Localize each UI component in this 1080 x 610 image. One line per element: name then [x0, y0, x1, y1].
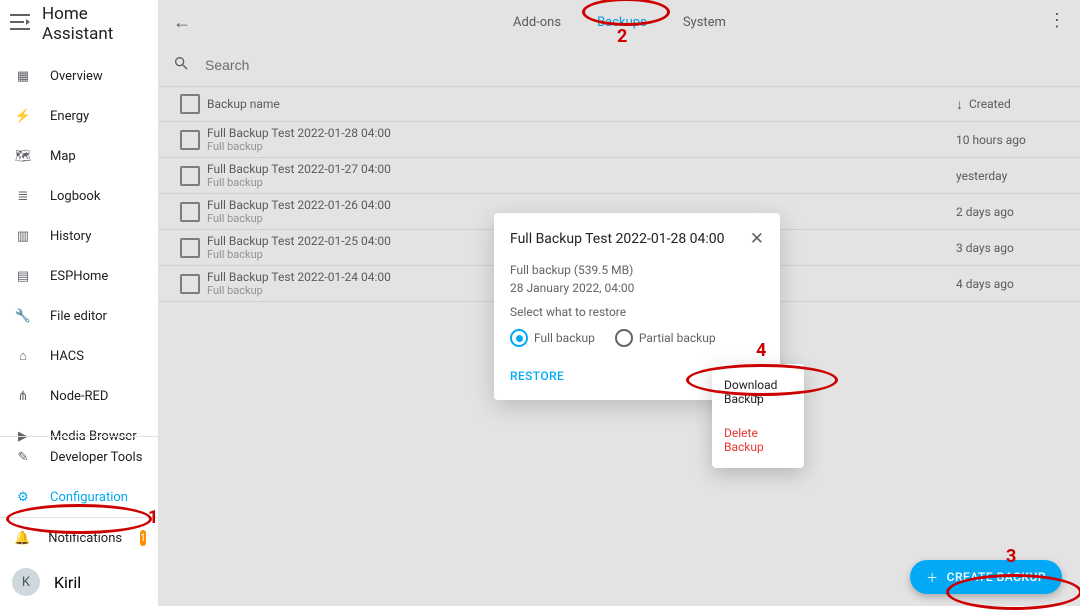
sidebar-item-label: Map [50, 149, 76, 164]
sidebar-item-label: Developer Tools [50, 450, 142, 465]
sidebar-item-developer-tools[interactable]: ✎ Developer Tools [0, 437, 158, 477]
avatar: K [12, 568, 40, 596]
brand-title: Home Assistant [42, 4, 148, 44]
dialog-size-line: Full backup (539.5 MB) [510, 263, 764, 277]
nav-icon: ▦ [14, 69, 32, 84]
close-icon[interactable]: ✕ [750, 229, 764, 249]
sidebar-item-label: Logbook [50, 189, 100, 204]
radio-full-backup[interactable]: Full backup [510, 329, 595, 347]
create-backup-fab[interactable]: ＋ CREATE BACKUP [910, 560, 1062, 594]
user-menu[interactable]: K Kiril [0, 558, 158, 606]
sidebar-item-label: Energy [50, 109, 89, 124]
nav-icon: ⌂ [14, 348, 32, 364]
sidebar-item-overview[interactable]: ▦ Overview [0, 56, 158, 96]
sidebar-item-configuration[interactable]: ⚙ Configuration [0, 477, 158, 517]
sidebar-item-esphome[interactable]: ▤ ESPHome [0, 256, 158, 296]
nav-icon: 🔧 [14, 309, 32, 324]
nav-icon: ⚡ [14, 109, 32, 124]
sidebar-item-node-red[interactable]: ⋔ Node-RED [0, 376, 158, 416]
menu-collapse-icon[interactable] [10, 12, 30, 36]
notification-badge: 1 [140, 530, 146, 546]
sidebar-item-logbook[interactable]: ≣ Logbook [0, 176, 158, 216]
nav-icon: ▤ [14, 269, 32, 284]
radio-icon [510, 329, 528, 347]
nav-icon: ▥ [14, 229, 32, 244]
dialog-select-hint: Select what to restore [510, 305, 764, 319]
sidebar-item-history[interactable]: ▥ History [0, 216, 158, 256]
plus-icon: ＋ [926, 569, 939, 586]
sidebar-item-energy[interactable]: ⚡ Energy [0, 96, 158, 136]
delete-backup-menu-item[interactable]: Delete Backup [712, 416, 804, 464]
sidebar-item-map[interactable]: 🗺 Map [0, 136, 158, 176]
sidebar-item-label: File editor [50, 309, 107, 324]
sidebar-item-label: Configuration [50, 490, 128, 505]
user-name: Kiril [54, 573, 81, 592]
nav-icon: ≣ [14, 189, 32, 204]
sidebar-item-file-editor[interactable]: 🔧 File editor [0, 296, 158, 336]
sidebar-item-label: Node-RED [50, 389, 108, 404]
sidebar-item-label: HACS [50, 349, 84, 364]
bell-icon: 🔔 [14, 531, 30, 546]
sidebar-item-label: Overview [50, 69, 103, 84]
nav-icon: ⋔ [14, 389, 32, 404]
wrench-icon: ✎ [14, 450, 32, 465]
sidebar-item-notifications[interactable]: 🔔 Notifications 1 [0, 518, 158, 558]
cursor-icon: ↖ [752, 390, 761, 403]
sidebar-item-label: Notifications [48, 531, 122, 546]
radio-icon [615, 329, 633, 347]
restore-button[interactable]: RESTORE [510, 369, 564, 383]
dialog-date-line: 28 January 2022, 04:00 [510, 281, 764, 295]
sidebar-item-hacs[interactable]: ⌂ HACS [0, 336, 158, 376]
sidebar: Home Assistant ▦ Overview ⚡ Energy 🗺 Map ≣ Logb… [0, 0, 159, 606]
radio-partial-backup[interactable]: Partial backup [615, 329, 716, 347]
nav-icon: 🗺 [14, 149, 32, 164]
dialog-title: Full Backup Test 2022-01-28 04:00 [510, 231, 725, 247]
backup-context-menu: Download Backup ↖ Delete Backup [712, 364, 804, 468]
gear-icon: ⚙ [14, 490, 32, 505]
download-backup-menu-item[interactable]: Download Backup ↖ [712, 368, 804, 416]
sidebar-item-label: ESPHome [50, 269, 108, 284]
sidebar-item-label: History [50, 229, 91, 244]
